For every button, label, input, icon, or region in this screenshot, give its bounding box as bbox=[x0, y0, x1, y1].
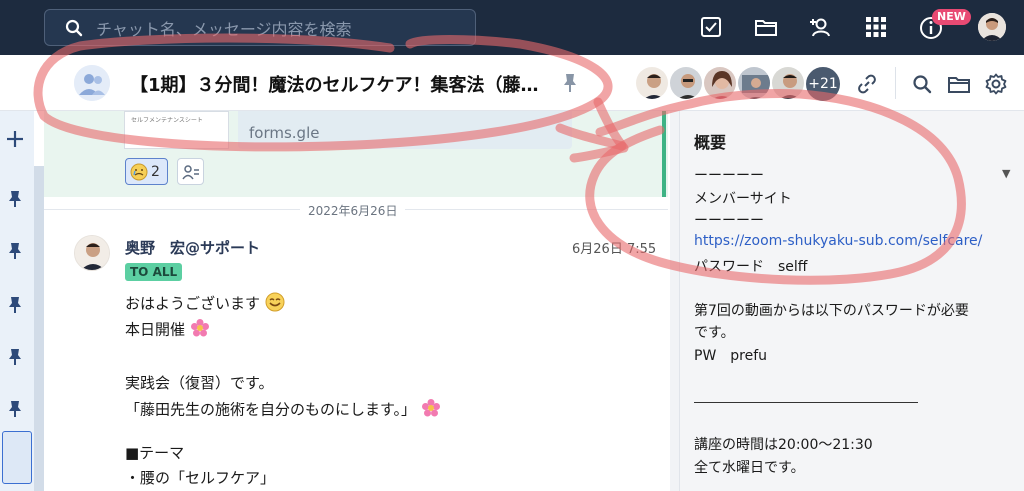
overview-line: パスワード selff bbox=[694, 259, 808, 275]
task-checkbox-icon[interactable] bbox=[698, 14, 724, 40]
previous-message: セルフメンテナンスシート forms.gle 2 bbox=[44, 111, 668, 197]
member-avatar[interactable] bbox=[668, 65, 704, 101]
pin-icon[interactable] bbox=[5, 347, 25, 367]
link-icon[interactable] bbox=[856, 73, 878, 95]
overview-line: です。 bbox=[694, 325, 735, 341]
new-badge: NEW bbox=[932, 9, 971, 25]
message-line: 実践会（復習）です。 bbox=[125, 374, 274, 392]
flower-emoji-icon bbox=[190, 318, 210, 342]
smile-emoji-icon bbox=[265, 292, 285, 316]
person-list-icon bbox=[181, 164, 199, 179]
chat-timeline: セルフメンテナンスシート forms.gle 2 2022年6月26日 奥野 宏… bbox=[44, 111, 668, 491]
left-rail-strip bbox=[34, 166, 44, 491]
overview-heading: 概要 bbox=[694, 133, 727, 152]
folder-icon[interactable] bbox=[753, 14, 779, 40]
add-icon[interactable] bbox=[5, 129, 25, 149]
overview-line: メンバーサイト bbox=[694, 191, 792, 207]
pin-icon[interactable] bbox=[5, 295, 25, 315]
message-line: 本日開催 bbox=[125, 318, 210, 342]
reaction-count: 2 bbox=[151, 163, 160, 180]
group-chat-icon bbox=[74, 65, 110, 101]
overview-line: 全て水曜日です。 bbox=[694, 460, 805, 476]
apps-grid-icon[interactable] bbox=[863, 14, 889, 40]
search-placeholder: チャット名、メッセージ内容を検索 bbox=[96, 19, 352, 39]
add-contact-icon[interactable] bbox=[808, 14, 834, 40]
member-avatar[interactable] bbox=[736, 65, 772, 101]
crying-face-icon bbox=[130, 163, 148, 180]
flower-emoji-icon bbox=[421, 398, 441, 422]
reaction-button[interactable]: 2 bbox=[125, 158, 168, 185]
chat-scrollbar[interactable] bbox=[670, 111, 679, 491]
overview-divider bbox=[694, 402, 918, 403]
pin-icon[interactable] bbox=[5, 189, 25, 209]
message-line: ■テーマ bbox=[125, 444, 185, 462]
message-timestamp: 6月26日 7:55 bbox=[572, 242, 657, 257]
overview-line: PW prefu bbox=[694, 348, 768, 364]
header-divider bbox=[895, 67, 896, 99]
overview-line: ーーーーー bbox=[694, 168, 764, 184]
pin-icon[interactable] bbox=[562, 73, 578, 97]
overview-line: 講座の時間は20:00〜21:30 bbox=[694, 437, 873, 453]
member-count-badge[interactable]: +21 bbox=[804, 65, 842, 103]
message-line: 「藤田先生の施術を自分のものにします。」 bbox=[125, 398, 441, 422]
search-icon bbox=[65, 18, 85, 38]
pin-icon[interactable] bbox=[5, 241, 25, 261]
gear-icon[interactable] bbox=[985, 73, 1007, 95]
page-title: 【1期】３分間！魔法のセルフケア！集客法（藤… bbox=[130, 75, 539, 96]
user-avatar[interactable] bbox=[978, 13, 1006, 41]
search-box[interactable]: チャット名、メッセージ内容を検索 bbox=[44, 9, 476, 46]
member-avatar[interactable] bbox=[702, 65, 738, 101]
overview-line: 第7回の動画からは以下のパスワードが必要 bbox=[694, 303, 969, 319]
collapse-caret-icon[interactable]: ▼ bbox=[1002, 167, 1010, 180]
selected-pin-slot[interactable] bbox=[2, 431, 32, 484]
search-icon[interactable] bbox=[911, 73, 933, 95]
chat-header: 【1期】３分間！魔法のセルフケア！集客法（藤… +21 bbox=[0, 55, 1024, 111]
date-divider: 2022年6月26日 bbox=[300, 202, 406, 219]
sender-avatar[interactable] bbox=[74, 235, 110, 271]
message-line: おはようございます bbox=[125, 292, 285, 316]
message-line: ・腰の「セルフケア」 bbox=[125, 469, 276, 487]
pin-icon[interactable] bbox=[5, 399, 25, 419]
overview-line: ーーーーー bbox=[694, 213, 764, 229]
link-preview-thumbnail[interactable]: セルフメンテナンスシート bbox=[124, 111, 229, 149]
preview-thumbnail-title: セルフメンテナンスシート bbox=[131, 117, 203, 124]
member-avatar[interactable] bbox=[770, 65, 806, 101]
member-avatar[interactable] bbox=[634, 65, 670, 101]
message-highlight-bar bbox=[662, 111, 666, 197]
sender-name[interactable]: 奥野 宏@サポート bbox=[125, 237, 260, 258]
link-preview-domain[interactable]: forms.gle bbox=[249, 124, 319, 142]
member-site-link[interactable]: https://zoom-shukyaku-sub.com/selfcare/ bbox=[694, 233, 982, 249]
read-members-button[interactable] bbox=[177, 158, 204, 185]
overview-panel: 概要 ▼ ーーーーー メンバーサイト ーーーーー https://zoom-sh… bbox=[679, 111, 1024, 491]
folder-icon[interactable] bbox=[948, 73, 970, 95]
to-all-badge: TO ALL bbox=[125, 263, 183, 281]
top-navigation-bar: チャット名、メッセージ内容を検索 NEW bbox=[0, 0, 1024, 55]
